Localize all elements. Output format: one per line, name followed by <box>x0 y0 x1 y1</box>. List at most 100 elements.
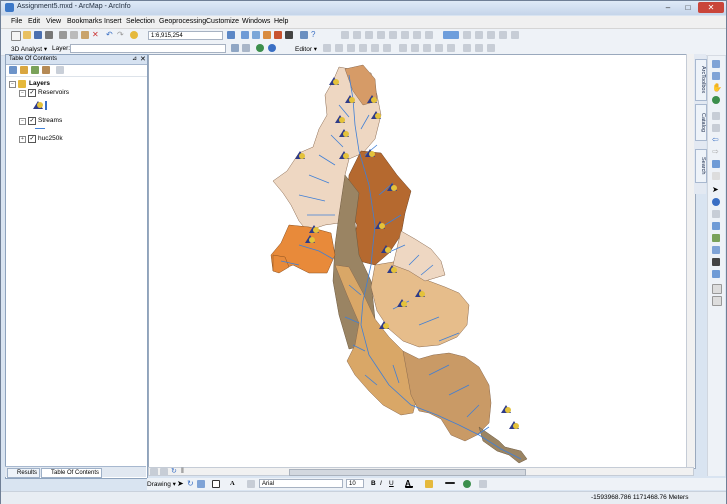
select-elements-icon[interactable]: ➤ <box>712 186 720 194</box>
tab-search[interactable]: Search <box>695 149 707 183</box>
drawing-menu[interactable]: Drawing ▾ <box>147 480 176 488</box>
italic-button[interactable]: I <box>380 480 382 487</box>
edit-vertices-icon[interactable] <box>399 44 407 52</box>
select-elements-drawing-icon[interactable]: ➤ <box>177 480 185 488</box>
find-icon[interactable] <box>712 222 720 230</box>
font-size-combo[interactable]: 10 <box>346 479 364 488</box>
fixed-zoom-in-icon[interactable] <box>401 31 409 39</box>
expand-huc250k-icon[interactable]: + <box>19 136 26 143</box>
fixed-zoom-out-icon[interactable] <box>413 31 421 39</box>
edit-tool-icon[interactable] <box>323 44 331 52</box>
pause-drawing-icon[interactable]: ‖ <box>181 468 189 476</box>
help-icon[interactable]: ? <box>311 31 319 39</box>
model-builder-icon[interactable] <box>300 31 308 39</box>
identify-icon[interactable] <box>712 198 720 206</box>
copy-icon[interactable] <box>70 31 78 39</box>
redo-icon[interactable]: ↷ <box>117 31 125 39</box>
rectangle-icon[interactable] <box>212 480 220 488</box>
tab-catalog[interactable]: Catalog <box>695 104 707 141</box>
python-window-icon[interactable] <box>285 31 293 39</box>
list-by-selection-icon[interactable] <box>42 66 50 74</box>
layout-zoom-out-icon[interactable] <box>353 31 361 39</box>
cut-icon[interactable] <box>59 31 67 39</box>
data-view-icon[interactable] <box>150 468 158 476</box>
table-of-contents-icon[interactable] <box>241 31 249 39</box>
layer-streams-label[interactable]: Streams <box>38 117 62 124</box>
fill-color-icon[interactable] <box>425 480 433 488</box>
menu-edit[interactable]: Edit <box>28 18 40 25</box>
profile-graph-icon[interactable] <box>242 44 250 52</box>
arctoolbox-icon[interactable] <box>274 31 282 39</box>
reservoir-icon[interactable] <box>509 421 519 429</box>
menu-geoprocessing[interactable]: Geoprocessing <box>159 18 206 25</box>
go-back-extent-icon[interactable]: ⇦ <box>712 136 720 144</box>
split-tool-icon[interactable] <box>435 44 443 52</box>
rotate-element-icon[interactable]: ↻ <box>187 480 195 488</box>
underline-button[interactable]: U <box>389 480 394 487</box>
zoom-100-icon[interactable] <box>389 31 397 39</box>
menu-insert[interactable]: Insert <box>104 18 122 25</box>
huc250k-checkbox[interactable]: ✓ <box>28 135 36 143</box>
data-frame-label[interactable]: Layers <box>29 80 50 87</box>
zoom-in-icon[interactable] <box>712 60 720 68</box>
edit-annotation-icon[interactable] <box>335 44 343 52</box>
attributes-icon[interactable] <box>463 44 471 52</box>
measure-icon[interactable] <box>712 258 720 266</box>
open-icon[interactable] <box>23 31 31 39</box>
cut-polygons-icon[interactable] <box>423 44 431 52</box>
collapse-layers-icon[interactable]: − <box>9 81 16 88</box>
map-horizontal-scrollbar[interactable]: ↻ ‖ <box>148 467 694 476</box>
toggle-draft-mode-icon[interactable] <box>463 31 471 39</box>
zoom-to-selected-icon[interactable] <box>197 480 205 488</box>
collapse-reservoirs-icon[interactable]: − <box>19 90 26 97</box>
add-data-icon[interactable] <box>130 31 138 39</box>
menu-file[interactable]: File <box>11 18 22 25</box>
select-features-icon[interactable] <box>712 160 720 168</box>
menu-help[interactable]: Help <box>274 18 288 25</box>
layout-view-icon[interactable] <box>160 468 168 476</box>
watershed-lower[interactable] <box>402 350 492 442</box>
menu-selection[interactable]: Selection <box>126 18 155 25</box>
menu-view[interactable]: View <box>46 18 61 25</box>
layer-reservoirs-label[interactable]: Reservoirs <box>38 89 69 96</box>
html-popup-icon[interactable] <box>712 210 720 218</box>
minimize-button[interactable]: – <box>659 2 677 13</box>
menu-windows[interactable]: Windows <box>242 18 270 25</box>
list-by-drawing-order-icon[interactable] <box>9 66 17 74</box>
undo-icon[interactable]: ↶ <box>106 31 114 39</box>
full-extent-icon[interactable] <box>712 96 720 104</box>
font-color-icon[interactable]: A <box>405 480 413 488</box>
tab-arctoolbox[interactable]: ArcToolbox <box>695 59 707 101</box>
paste-icon[interactable] <box>81 31 89 39</box>
save-icon[interactable] <box>34 31 42 39</box>
print-icon[interactable] <box>45 31 53 39</box>
toc-options-icon[interactable] <box>56 66 64 74</box>
catalog-window-icon[interactable] <box>252 31 260 39</box>
go-to-xy-icon[interactable] <box>712 246 720 254</box>
layer-huc250k-label[interactable]: huc250k <box>38 135 63 142</box>
close-button[interactable]: ✕ <box>698 2 724 13</box>
pin-icon[interactable]: ⊿ <box>132 55 137 64</box>
collapse-streams-icon[interactable]: − <box>19 118 26 125</box>
find-route-icon[interactable] <box>712 234 720 242</box>
zoom-out-icon[interactable] <box>712 72 720 80</box>
horizontal-scroll-thumb[interactable] <box>289 469 526 476</box>
bold-button[interactable]: B <box>371 480 376 487</box>
straight-segment-icon[interactable] <box>347 44 355 52</box>
create-viewer-icon[interactable] <box>712 296 722 306</box>
end-point-arc-icon[interactable] <box>359 44 367 52</box>
delete-icon[interactable]: ✕ <box>92 31 100 39</box>
editor-dropdown[interactable]: Editor ▾ <box>295 45 317 53</box>
drawing-options-icon[interactable] <box>479 480 487 488</box>
reshape-icon[interactable] <box>411 44 419 52</box>
layout-percent-combo[interactable] <box>443 31 459 39</box>
pan-icon[interactable]: ✋ <box>712 84 722 92</box>
menu-customize[interactable]: Customize <box>206 18 239 25</box>
watershed-map[interactable] <box>149 55 685 468</box>
create-features-icon[interactable] <box>487 44 495 52</box>
search-window-icon[interactable] <box>263 31 271 39</box>
rotate-icon[interactable] <box>447 44 455 52</box>
arcglobe-icon[interactable] <box>268 44 276 52</box>
watershed-outlet[interactable] <box>478 426 528 464</box>
list-by-visibility-icon[interactable] <box>31 66 39 74</box>
